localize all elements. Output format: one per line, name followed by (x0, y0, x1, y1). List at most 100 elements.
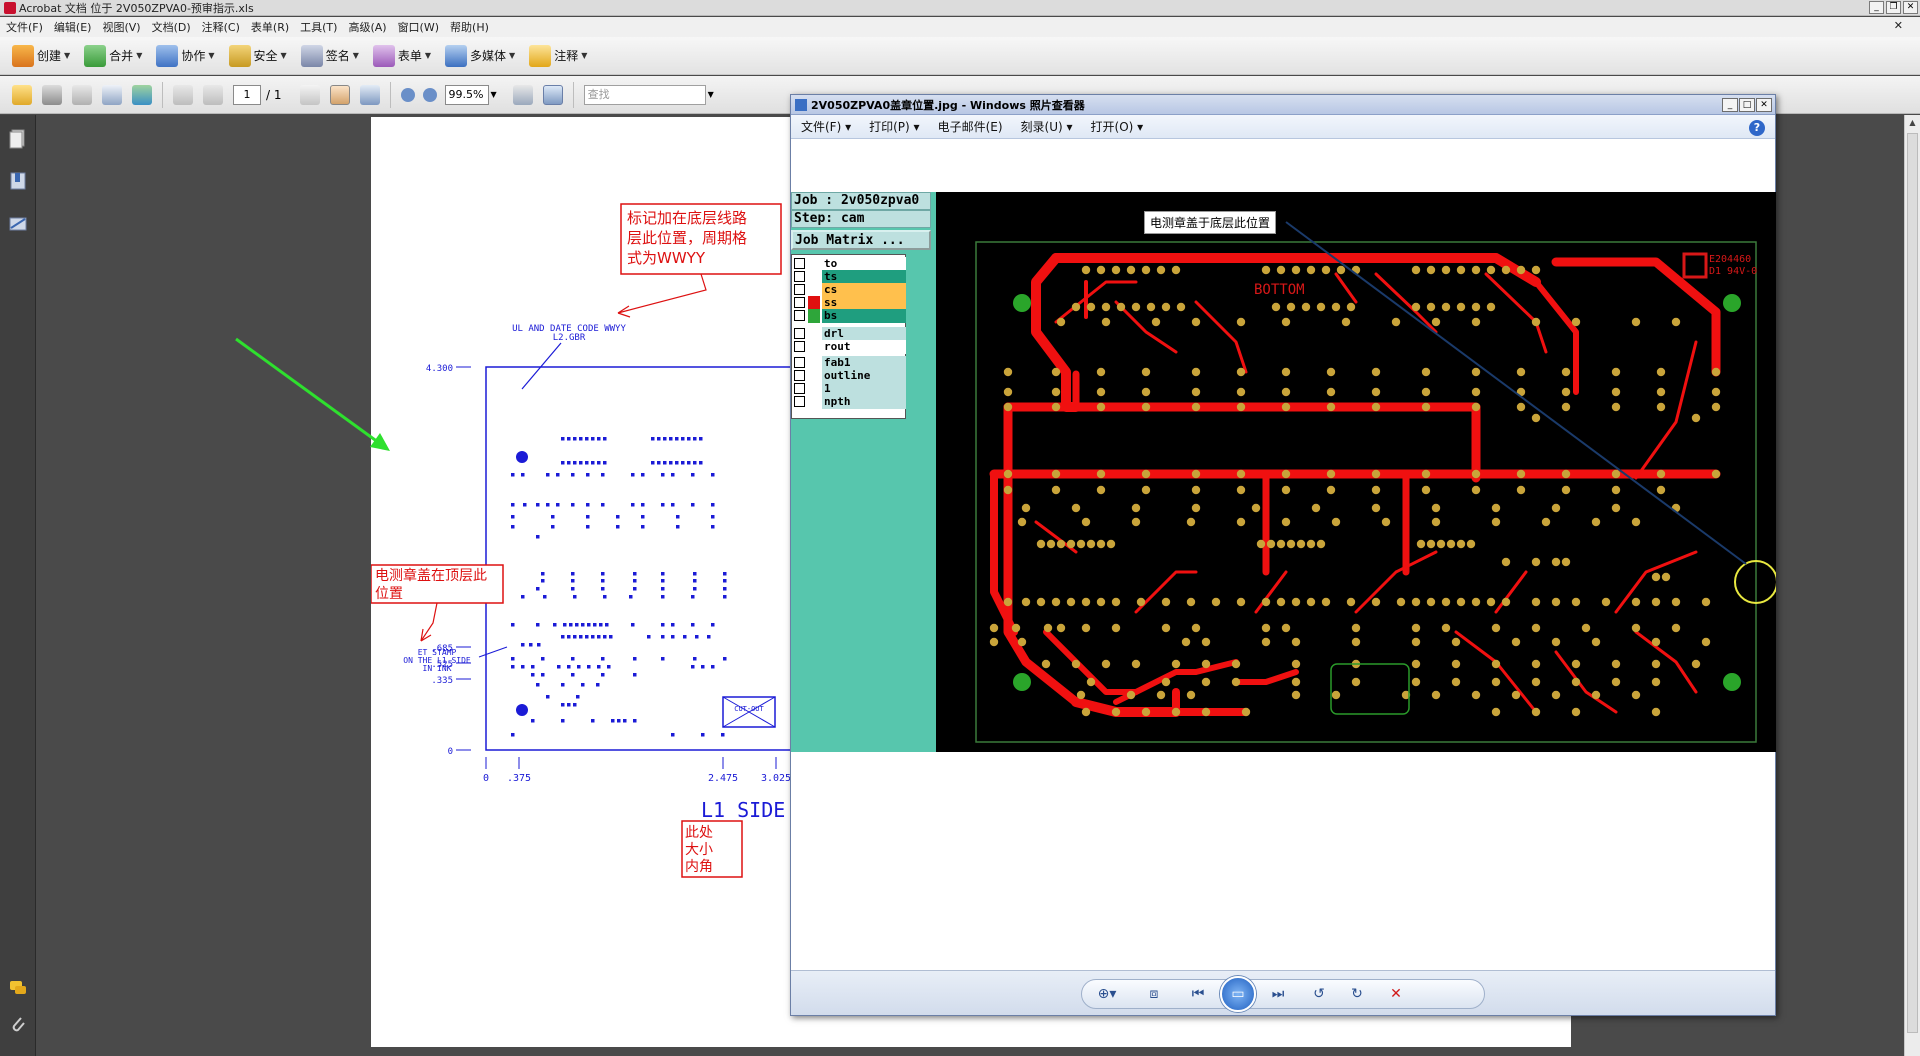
viewer-menu-print[interactable]: 打印(P) ▾ (869, 118, 919, 135)
search-input[interactable]: 查找 (583, 84, 706, 105)
fit-icon[interactable]: ⧈ (1132, 986, 1176, 1002)
layer-checkbox[interactable] (794, 396, 805, 407)
security-button[interactable]: 安全 ▼ (228, 44, 287, 67)
comment-label: 注释 (554, 49, 579, 63)
layer-checkbox[interactable] (794, 310, 805, 321)
viewer-menu-email[interactable]: 电子邮件(E) (938, 118, 1003, 135)
print-icon[interactable] (42, 84, 62, 105)
viewer-image-area[interactable]: Job : 2v050zpva0 Step: cam Job Matrix ..… (791, 140, 1776, 970)
comment-button[interactable]: 注释 ▼ (529, 44, 587, 67)
create-button[interactable]: 创建 ▼ (12, 44, 70, 67)
viewer-minimize-button[interactable]: _ (1722, 98, 1738, 112)
page-down-icon[interactable] (203, 84, 223, 105)
menu-forms[interactable]: 表单(R) (251, 19, 289, 35)
single-page-icon[interactable] (512, 84, 533, 105)
pages-panel-icon[interactable] (8, 128, 28, 150)
layer-checkbox[interactable] (794, 370, 805, 381)
x-tick-2475: 2.475 (708, 773, 738, 784)
layer-row[interactable]: npth (794, 395, 906, 409)
viewer-menu-burn[interactable]: 刻录(U) ▾ (1021, 118, 1073, 135)
viewer-maximize-button[interactable]: □ (1739, 98, 1755, 112)
menu-document[interactable]: 文档(D) (152, 19, 191, 35)
layer-checkbox[interactable] (794, 328, 805, 339)
layer-checkbox[interactable] (794, 271, 805, 282)
layer-checkbox[interactable] (794, 341, 805, 352)
layer-row[interactable]: fab1 (794, 356, 906, 370)
close-document-icon[interactable]: ✕ (1894, 19, 1903, 32)
select-text-icon[interactable] (299, 84, 320, 105)
email-icon[interactable] (102, 84, 122, 105)
zoom-tool-icon[interactable] (359, 84, 380, 105)
viewer-menu-open[interactable]: 打开(O) ▾ (1091, 118, 1144, 135)
previous-icon[interactable]: ⏮ (1176, 986, 1220, 1002)
signatures-panel-icon[interactable] (8, 213, 28, 235)
board-callout: 电测章盖于底层此位置 (1144, 211, 1277, 234)
zoom-out-icon[interactable] (400, 87, 415, 102)
menu-comments[interactable]: 注释(C) (202, 19, 240, 35)
combine-button[interactable]: 合并 ▼ (84, 44, 142, 67)
zoom-level-input[interactable]: 99.5% (444, 84, 489, 105)
layer-checkbox[interactable] (794, 383, 805, 394)
menu-view[interactable]: 视图(V) (102, 19, 140, 35)
scroll-thumb[interactable] (1907, 133, 1918, 1033)
pen-icon (300, 44, 323, 67)
comments-panel-icon[interactable] (8, 977, 28, 999)
layer-row[interactable]: outline (794, 369, 906, 383)
hand-tool-icon[interactable] (329, 84, 350, 105)
open-folder-icon[interactable] (12, 84, 32, 105)
page-total: / 1 (266, 87, 282, 102)
next-icon[interactable]: ⏭ (1256, 986, 1300, 1002)
layer-row[interactable]: ss (794, 296, 906, 310)
layer-row[interactable]: cs (794, 283, 906, 297)
help-icon[interactable]: ? (1749, 120, 1765, 136)
layer-row[interactable]: rout (794, 340, 906, 354)
job-matrix-button[interactable]: Job Matrix ... (791, 230, 931, 250)
menu-advanced[interactable]: 高级(A) (348, 19, 386, 35)
layer-color-swatch (808, 309, 820, 323)
forms-button[interactable]: 表单 ▼ (372, 44, 431, 67)
layer-row[interactable]: bs (794, 309, 906, 323)
sign-button[interactable]: 签名 ▼ (300, 44, 359, 67)
layer-checkbox[interactable] (794, 284, 805, 295)
fit-page-icon[interactable] (542, 84, 563, 105)
menu-window[interactable]: 窗口(W) (398, 19, 439, 35)
viewer-menu-file[interactable]: 文件(F) ▾ (801, 118, 851, 135)
slideshow-icon[interactable]: ▭ (1220, 976, 1256, 1012)
zoom-dropdown-icon[interactable]: ▼ (491, 90, 497, 99)
zoom-icon[interactable]: ⊕▾ (1082, 986, 1132, 1002)
multimedia-button[interactable]: 多媒体 ▼ (445, 44, 515, 67)
board-mark-2: D1 94V-0 (1709, 266, 1757, 277)
collaborate-button[interactable]: 协作 ▼ (156, 44, 215, 67)
layer-row[interactable]: 1 (794, 382, 906, 396)
delete-icon[interactable]: ✕ (1376, 986, 1416, 1002)
web-icon[interactable] (132, 84, 152, 105)
bookmarks-panel-icon[interactable] (8, 170, 28, 192)
menu-edit[interactable]: 编辑(E) (54, 19, 92, 35)
viewer-close-button[interactable]: ✕ (1756, 98, 1772, 112)
rotate-ccw-icon[interactable]: ↺ (1300, 986, 1338, 1002)
collaborate-icon (156, 44, 179, 67)
layer-color-swatch (808, 340, 820, 354)
page-number-input[interactable]: 1 (233, 84, 261, 105)
close-button[interactable]: ✕ (1903, 1, 1918, 14)
menu-file[interactable]: 文件(F) (6, 19, 43, 35)
rotate-cw-icon[interactable]: ↻ (1338, 986, 1376, 1002)
attachments-paperclip-icon[interactable] (8, 1013, 28, 1035)
menu-tools[interactable]: 工具(T) (300, 19, 337, 35)
page-up-icon[interactable] (173, 84, 193, 105)
minimize-button[interactable]: _ (1869, 1, 1884, 14)
menu-help[interactable]: 帮助(H) (450, 19, 489, 35)
scroll-up-icon[interactable]: ▲ (1907, 118, 1918, 129)
layer-row[interactable]: drl (794, 327, 906, 341)
save-icon[interactable] (72, 84, 92, 105)
layer-row[interactable]: ts (794, 270, 906, 284)
layer-checkbox[interactable] (794, 258, 805, 269)
layer-checkbox[interactable] (794, 297, 805, 308)
board-mark-1: E204460 (1709, 254, 1751, 265)
restore-button[interactable]: ❐ (1886, 1, 1901, 14)
search-dropdown-icon[interactable]: ▼ (708, 90, 714, 99)
layer-row[interactable]: to (794, 257, 906, 271)
layer-checkbox[interactable] (794, 357, 805, 368)
vertical-scrollbar[interactable]: ▲ (1904, 115, 1920, 1056)
zoom-in-icon[interactable] (422, 87, 437, 102)
